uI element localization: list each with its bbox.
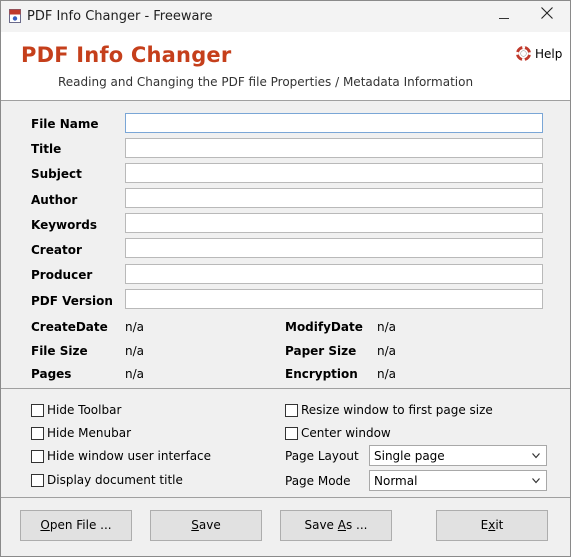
save-as-button[interactable]: Save As ...	[280, 510, 392, 541]
producer-label: Producer	[31, 268, 93, 282]
author-field[interactable]	[125, 188, 543, 208]
paper-size-value: n/a	[377, 344, 397, 358]
paper-size-label: Paper Size	[285, 344, 357, 358]
page-mode-select[interactable]: Normal	[369, 470, 547, 491]
keywords-field[interactable]	[125, 213, 543, 233]
minimize-button[interactable]	[481, 1, 527, 32]
modify-date-label: ModifyDate	[285, 320, 363, 334]
pages-label: Pages	[31, 367, 72, 381]
creator-field[interactable]	[125, 238, 543, 258]
pdf-file-icon	[9, 9, 21, 23]
resize-window-label: Resize window to first page size	[301, 403, 493, 417]
file-name-field[interactable]	[125, 113, 543, 133]
exit-label: it	[495, 518, 504, 532]
display-doc-title-label: Display document title	[47, 473, 183, 487]
author-label: Author	[31, 193, 78, 207]
app-title: PDF Info Changer	[21, 43, 232, 67]
page-layout-select[interactable]: Single page	[369, 445, 547, 466]
exit-button[interactable]: Exit	[436, 510, 548, 541]
header-panel: PDF Info Changer Reading and Changing th…	[1, 32, 570, 100]
creator-label: Creator	[31, 243, 82, 257]
buttons-divider	[1, 497, 570, 498]
hide-toolbar-label: Hide Toolbar	[47, 403, 122, 417]
file-name-label: File Name	[31, 117, 99, 131]
chevron-down-icon	[532, 453, 540, 459]
file-size-value: n/a	[125, 344, 145, 358]
save-mnemonic: S	[191, 518, 199, 532]
checkbox-box[interactable]	[31, 404, 44, 417]
pdf-version-label: PDF Version	[31, 294, 113, 308]
create-date-label: CreateDate	[31, 320, 108, 334]
close-button[interactable]	[524, 1, 570, 32]
help-label: Help	[535, 47, 563, 61]
page-layout-label: Page Layout	[285, 449, 359, 463]
checkbox-box[interactable]	[285, 404, 298, 417]
title-bar: PDF Info Changer - Freeware	[1, 1, 570, 32]
options-divider	[1, 388, 570, 389]
pdf-version-field[interactable]	[125, 289, 543, 309]
save-button[interactable]: Save	[150, 510, 262, 541]
page-mode-label: Page Mode	[285, 474, 351, 488]
producer-field[interactable]	[125, 264, 543, 284]
center-window-label: Center window	[301, 426, 391, 440]
hide-menubar-label: Hide Menubar	[47, 426, 132, 440]
save-as-mnemonic: A	[337, 518, 346, 532]
save-as-label: s ...	[345, 518, 368, 532]
app-subtitle: Reading and Changing the PDF file Proper…	[58, 75, 474, 89]
chevron-down-icon	[532, 478, 540, 484]
open-file-mnemonic: O	[40, 518, 50, 532]
encryption-value: n/a	[377, 367, 397, 381]
open-file-button[interactable]: Open File ...	[20, 510, 132, 541]
save-as-label-pre: Save	[304, 518, 338, 532]
open-file-label: pen File ...	[49, 518, 112, 532]
checkbox-box[interactable]	[31, 427, 44, 440]
hide-window-ui-label: Hide window user interface	[47, 449, 212, 463]
save-label: ave	[198, 518, 221, 532]
keywords-label: Keywords	[31, 218, 98, 232]
checkbox-box[interactable]	[31, 450, 44, 463]
file-size-label: File Size	[31, 344, 88, 358]
create-date-value: n/a	[125, 320, 145, 334]
page-mode-value: Normal	[374, 474, 418, 488]
lifebuoy-icon	[516, 46, 531, 61]
header-divider	[1, 100, 570, 101]
subject-field[interactable]	[125, 163, 543, 183]
app-window: PDF Info Changer - Freeware PDF Info Cha…	[0, 0, 571, 557]
checkbox-box[interactable]	[31, 474, 44, 487]
encryption-label: Encryption	[285, 367, 358, 381]
window-title: PDF Info Changer - Freeware	[27, 9, 213, 24]
pages-value: n/a	[125, 367, 145, 381]
modify-date-value: n/a	[377, 320, 397, 334]
subject-label: Subject	[31, 167, 82, 181]
page-layout-value: Single page	[374, 449, 445, 463]
checkbox-box[interactable]	[285, 427, 298, 440]
close-icon	[541, 7, 553, 19]
title-label: Title	[31, 142, 62, 156]
title-field[interactable]	[125, 138, 543, 158]
